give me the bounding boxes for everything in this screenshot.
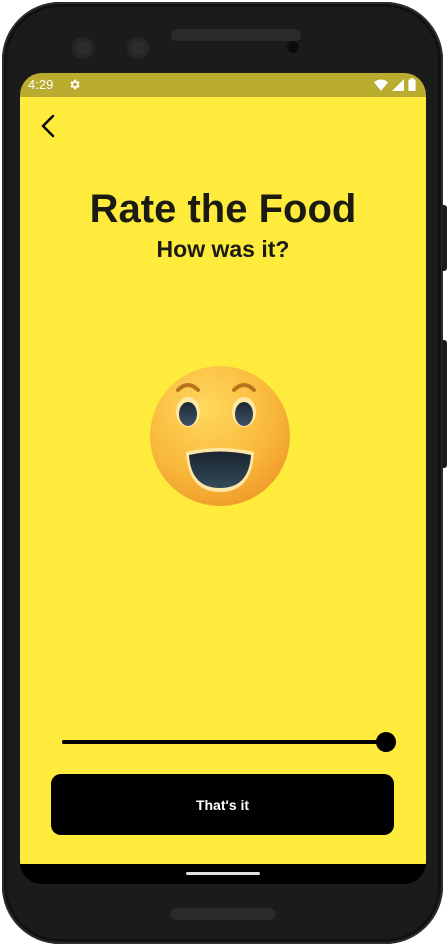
status-bar: 4:29 xyxy=(20,73,426,97)
rate-food-screen: Rate the Food How was it? That's it xyxy=(20,97,426,864)
page-title: Rate the Food xyxy=(89,187,357,231)
signal-icon xyxy=(392,78,404,91)
gear-icon xyxy=(70,79,80,90)
front-camera xyxy=(72,37,94,59)
grinning-face-icon xyxy=(150,366,290,506)
home-handle[interactable] xyxy=(186,872,260,875)
slider-thumb[interactable] xyxy=(376,732,396,752)
bottom-speaker xyxy=(170,908,276,920)
proximity-sensor xyxy=(287,41,299,53)
status-icons xyxy=(374,78,416,91)
status-time: 4:29 xyxy=(28,77,54,92)
submit-button[interactable]: That's it xyxy=(51,774,394,835)
phone-screen: 4:29 Rate the Food How was it? That's it xyxy=(20,73,426,884)
navigation-bar xyxy=(20,864,426,884)
earpiece-speaker xyxy=(171,29,301,41)
power-button xyxy=(442,205,447,271)
phone-device: 4:29 Rate the Food How was it? That's it xyxy=(0,0,447,948)
wifi-icon xyxy=(374,78,388,91)
page-subtitle: How was it? xyxy=(156,236,290,262)
battery-icon xyxy=(408,78,416,91)
chevron-left-icon[interactable] xyxy=(34,111,64,141)
volume-button xyxy=(442,340,447,468)
rating-slider[interactable] xyxy=(62,727,396,757)
front-camera-secondary xyxy=(127,37,149,59)
slider-fill xyxy=(62,740,386,744)
